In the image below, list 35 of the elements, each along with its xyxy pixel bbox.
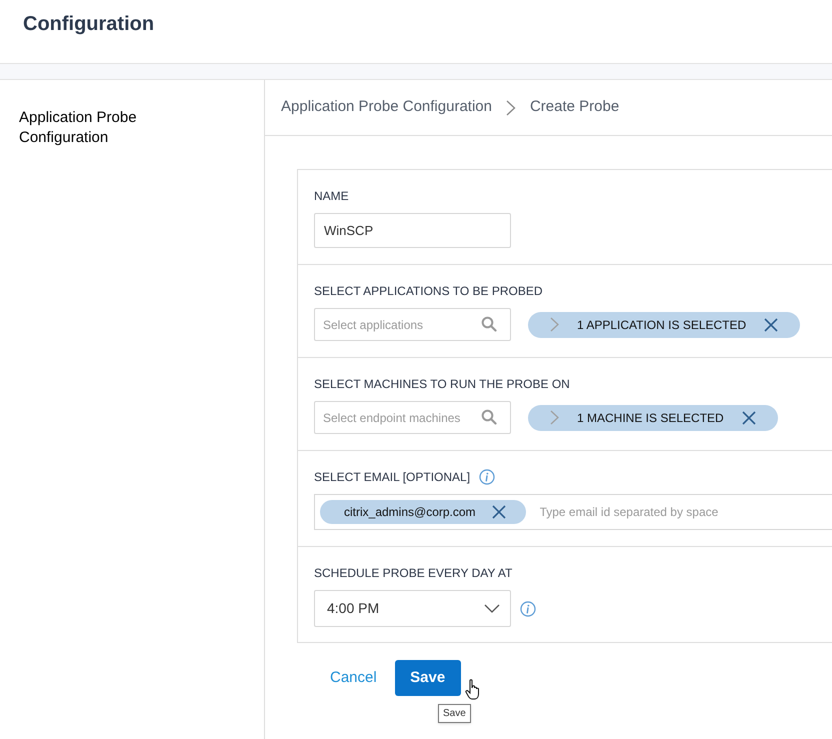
chevron-right-icon: [506, 100, 516, 116]
search-field[interactable]: Select applications: [314, 308, 511, 341]
chip-label: 1 APPLICATION IS SELECTED: [577, 316, 746, 334]
search-icon: [481, 316, 497, 332]
selection-chip[interactable]: 1 APPLICATION IS SELECTED: [528, 312, 800, 338]
selection-chip[interactable]: 1 MACHINE IS SELECTED: [528, 404, 778, 430]
chevron-right-icon[interactable]: [550, 410, 559, 425]
breadcrumb-item[interactable]: Application Probe Configuration: [281, 96, 492, 119]
time-dropdown[interactable]: 4:00 PM: [314, 590, 511, 627]
info-icon[interactable]: [479, 469, 496, 485]
email-chip[interactable]: citrix_admins@corp.com: [320, 500, 526, 524]
email-input[interactable]: Type email id separated by space: [540, 503, 832, 521]
save-button[interactable]: Save: [394, 660, 461, 696]
chevron-down-icon: [484, 604, 500, 613]
remove-icon[interactable]: [742, 410, 756, 424]
tooltip: Save: [438, 704, 471, 723]
info-icon[interactable]: [520, 600, 536, 616]
field-label: SCHEDULE PROBE EVERY DAY AT: [314, 565, 512, 582]
remove-icon[interactable]: [492, 505, 506, 519]
field-label: SELECT EMAIL [OPTIONAL]: [314, 469, 470, 486]
page-title: Configuration: [23, 12, 156, 37]
email-field[interactable]: citrix_admins@corp.com Type email id separated by space: [314, 494, 832, 530]
field-label: SELECT MACHINES TO RUN THE PROBE ON: [314, 376, 570, 393]
remove-icon[interactable]: [764, 318, 778, 332]
hand-cursor-icon: [465, 679, 481, 701]
search-icon: [481, 409, 497, 425]
chip-label: 1 MACHINE IS SELECTED: [577, 410, 724, 426]
field-label: NAME: [314, 188, 349, 205]
sidebar-item[interactable]: Application Probe Configuration: [19, 108, 169, 148]
chevron-right-icon[interactable]: [550, 317, 559, 332]
name-field[interactable]: WinSCP: [314, 213, 511, 248]
cancel-button[interactable]: Cancel: [330, 666, 377, 690]
search-field[interactable]: Select endpoint machines: [314, 401, 511, 434]
field-label: SELECT APPLICATIONS TO BE PROBED: [314, 283, 543, 300]
breadcrumb-item: Create Probe: [530, 97, 620, 118]
